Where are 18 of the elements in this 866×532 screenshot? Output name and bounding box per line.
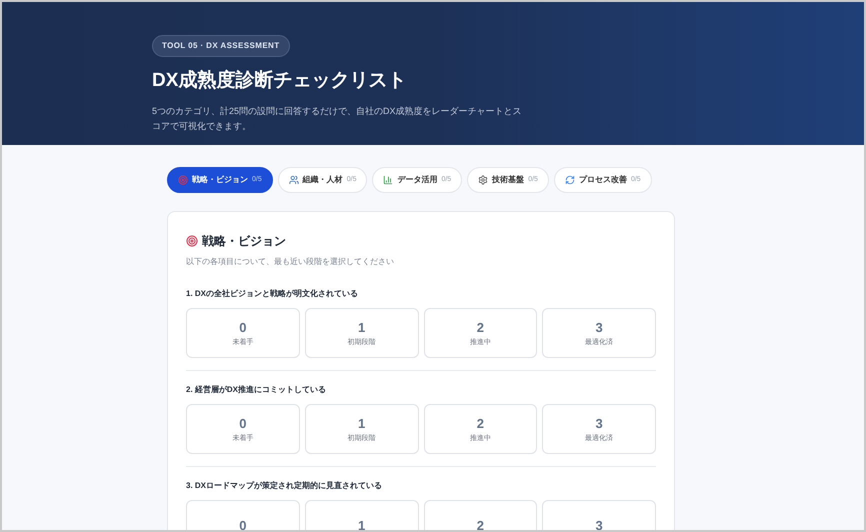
page-description: 5つのカテゴリ、計25問の設問に回答するだけで、自社のDX成熟度をレーダーチャートとスコアで可視化できます。 — [152, 104, 522, 133]
target-icon — [186, 235, 198, 247]
answer-option[interactable]: 2 — [424, 500, 538, 530]
answer-option[interactable]: 1 — [304, 500, 418, 530]
target-icon — [178, 175, 188, 185]
question-text: 1. DXの全社ビジョンと戦略が明文化されている — [186, 288, 360, 300]
answer-option[interactable]: 0 — [186, 500, 300, 530]
cycle-icon — [564, 175, 575, 185]
question-text: 3. DXロードマップが策定され定期的に見直されている — [186, 480, 384, 492]
section-subtitle: 以下の各項目について、最も近い段階を選択してください — [186, 256, 395, 268]
question-text: 2. 経営層がDX推進にコミットしている — [186, 384, 328, 396]
tool-badge: TOOL 05 · DX ASSESSMENT — [152, 35, 290, 57]
gear-icon — [478, 175, 488, 185]
answer-option[interactable]: 3 — [542, 500, 656, 530]
bar-chart-icon — [383, 175, 394, 185]
page-title: DX成熟度診断チェックリスト — [152, 68, 408, 93]
section-title: 戦略・ビジョン — [202, 233, 286, 250]
people-icon — [288, 175, 299, 185]
